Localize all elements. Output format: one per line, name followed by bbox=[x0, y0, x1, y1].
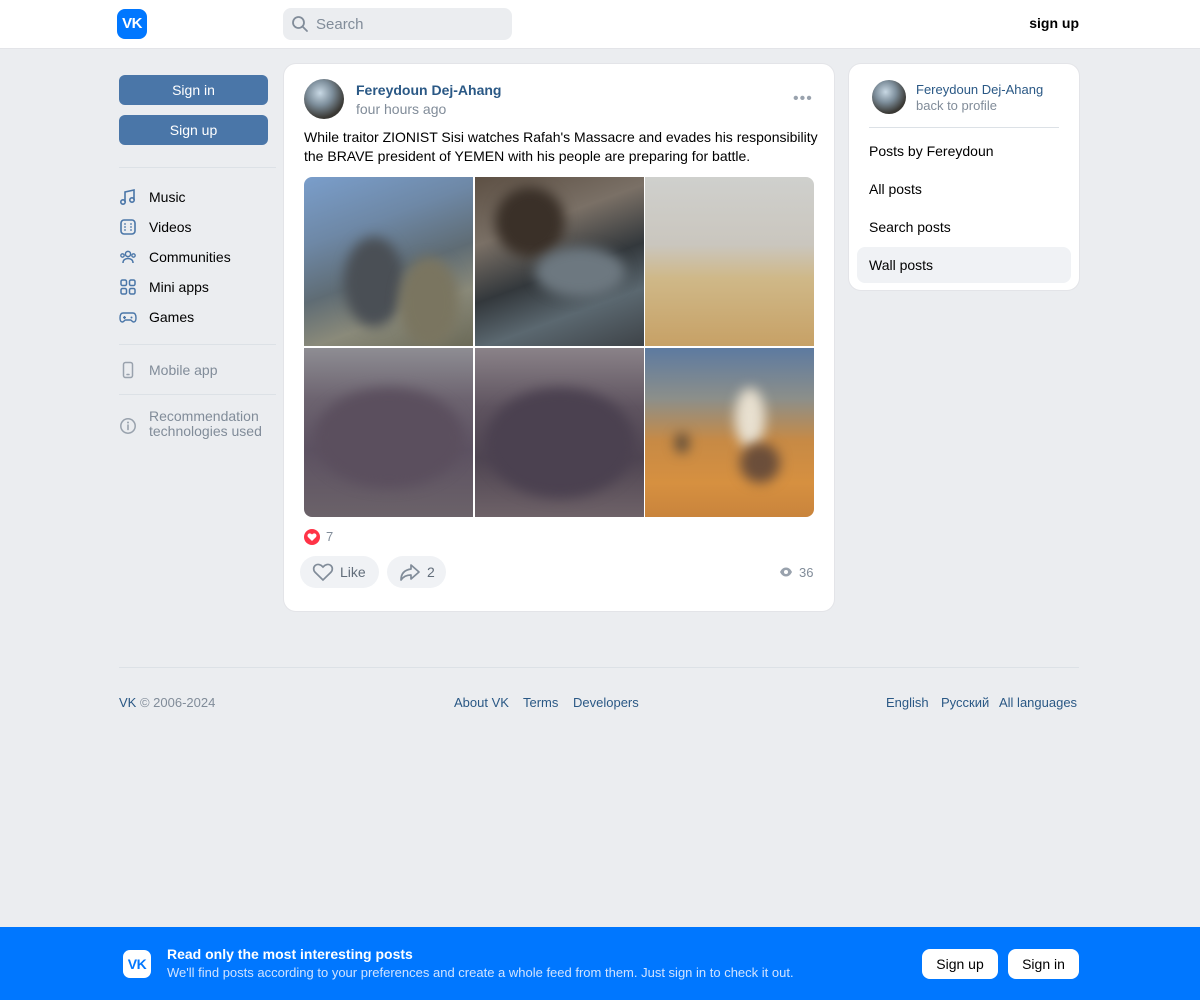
sidebar-item-recommendation[interactable]: Recommendation technologies used bbox=[119, 409, 276, 443]
grid-icon bbox=[120, 279, 136, 295]
sidebar-item-mini-apps[interactable]: Mini apps bbox=[119, 272, 276, 302]
footer-lang-russian[interactable]: Русский bbox=[941, 695, 989, 710]
menu-item-all-posts[interactable]: All posts bbox=[857, 171, 1071, 207]
vk-logo[interactable]: VK bbox=[117, 9, 147, 39]
gamepad-icon bbox=[119, 312, 137, 323]
phone-icon bbox=[122, 361, 134, 379]
more-options-icon[interactable]: ••• bbox=[793, 89, 813, 109]
sidebar-item-games[interactable]: Games bbox=[119, 302, 276, 332]
footer-link-terms[interactable]: Terms bbox=[523, 695, 558, 710]
sidebar-item-label: Games bbox=[149, 309, 195, 325]
sidebar-item-label: Videos bbox=[149, 219, 192, 235]
footer-link-about[interactable]: About VK bbox=[454, 695, 509, 710]
search-box[interactable] bbox=[283, 8, 512, 40]
footer-copyright: VK © 2006-2024 bbox=[119, 695, 215, 710]
back-to-profile-link[interactable]: back to profile bbox=[916, 98, 997, 113]
sidebar-item-label: Recommendation technologies used bbox=[149, 408, 262, 439]
sidebar-item-label: Music bbox=[149, 189, 186, 205]
post-photo[interactable] bbox=[645, 348, 814, 517]
post-photo[interactable] bbox=[645, 177, 814, 346]
share-count: 2 bbox=[427, 564, 435, 580]
menu-item-posts-by-author[interactable]: Posts by Fereydoun bbox=[857, 133, 1071, 169]
profile-avatar[interactable] bbox=[872, 80, 906, 114]
post-photo[interactable] bbox=[475, 348, 644, 517]
heart-outline-icon bbox=[312, 563, 334, 582]
sidebar-item-label: Communities bbox=[149, 249, 231, 265]
copyright-text: © 2006-2024 bbox=[136, 695, 216, 710]
sidebar-item-mobile-app[interactable]: Mobile app bbox=[119, 355, 276, 385]
footer-vk-link[interactable]: VK bbox=[119, 695, 136, 710]
post-card: Fereydoun Dej-Ahang four hours ago ••• W… bbox=[284, 64, 834, 611]
menu-divider bbox=[869, 127, 1059, 128]
sidebar-item-videos[interactable]: Videos bbox=[119, 212, 276, 242]
sidebar-divider bbox=[119, 394, 276, 395]
post-text: While traitor ZIONIST Sisi watches Rafah… bbox=[304, 129, 818, 164]
heart-icon bbox=[304, 529, 320, 545]
author-avatar[interactable] bbox=[304, 79, 344, 119]
users-icon bbox=[120, 250, 136, 264]
sidebar-divider bbox=[119, 344, 276, 345]
sign-up-button[interactable]: Sign up bbox=[119, 115, 268, 145]
banner-signup-button[interactable]: Sign up bbox=[922, 949, 998, 979]
sidebar-item-music[interactable]: Music bbox=[119, 182, 276, 212]
search-input[interactable] bbox=[316, 8, 506, 40]
right-menu-card: Fereydoun Dej-Ahang back to profile Post… bbox=[849, 64, 1079, 290]
menu-item-search-posts[interactable]: Search posts bbox=[857, 209, 1071, 245]
sidebar-item-communities[interactable]: Communities bbox=[119, 242, 276, 272]
footer-lang-english[interactable]: English bbox=[886, 695, 929, 710]
sign-in-button[interactable]: Sign in bbox=[119, 75, 268, 105]
banner-signin-button[interactable]: Sign in bbox=[1008, 949, 1079, 979]
profile-name-link[interactable]: Fereydoun Dej-Ahang bbox=[916, 82, 1043, 97]
header-signup-link[interactable]: sign up bbox=[1029, 15, 1079, 31]
sidebar-item-label: Mobile app bbox=[149, 362, 218, 378]
footer-lang-all[interactable]: All languages bbox=[999, 695, 1077, 710]
post-photo[interactable] bbox=[304, 177, 473, 346]
reactions-count[interactable]: 7 bbox=[326, 529, 333, 544]
banner-title: Read only the most interesting posts bbox=[167, 946, 413, 962]
info-icon bbox=[120, 418, 136, 434]
views-count: 36 bbox=[799, 565, 814, 580]
search-icon bbox=[292, 16, 308, 32]
video-icon bbox=[120, 219, 136, 235]
share-button[interactable]: 2 bbox=[387, 556, 446, 588]
like-button[interactable]: Like bbox=[300, 556, 379, 588]
sidebar-item-label: Mini apps bbox=[149, 279, 209, 295]
post-time[interactable]: four hours ago bbox=[356, 101, 446, 117]
footer-divider bbox=[119, 667, 1079, 668]
eye-icon bbox=[780, 567, 792, 577]
post-photo[interactable] bbox=[475, 177, 644, 346]
menu-item-wall-posts[interactable]: Wall posts bbox=[857, 247, 1071, 283]
banner-subtitle: We'll find posts according to your prefe… bbox=[167, 965, 794, 980]
music-note-icon bbox=[119, 189, 136, 206]
top-header: VK sign up bbox=[0, 0, 1200, 48]
sidebar-divider bbox=[119, 167, 276, 168]
signin-promo-banner: VK Read only the most interesting posts … bbox=[0, 927, 1200, 1000]
vk-logo-icon: VK bbox=[123, 950, 151, 978]
post-author-name[interactable]: Fereydoun Dej-Ahang bbox=[356, 82, 501, 98]
like-label: Like bbox=[340, 564, 366, 580]
share-icon bbox=[400, 564, 420, 581]
post-photo[interactable] bbox=[304, 348, 473, 517]
footer-link-developers[interactable]: Developers bbox=[573, 695, 639, 710]
